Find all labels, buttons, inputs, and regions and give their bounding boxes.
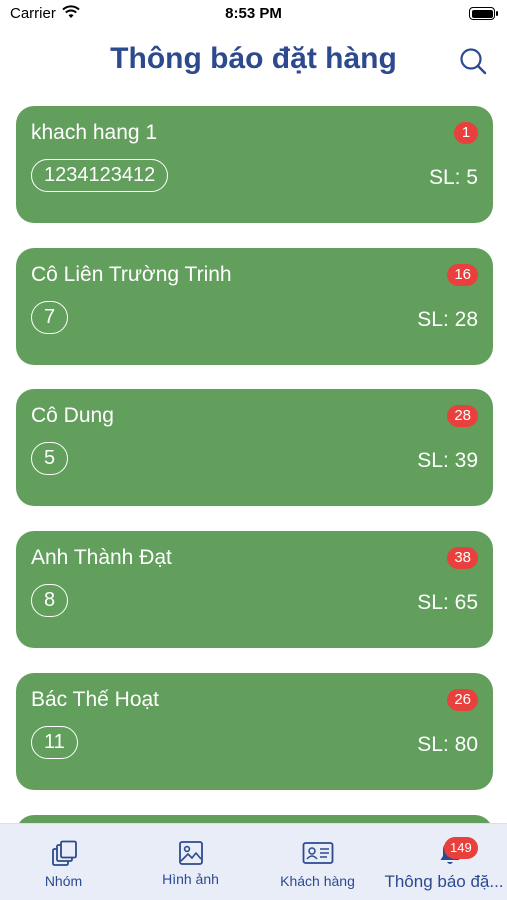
tab-khach-hang[interactable]: Khách hàng xyxy=(254,824,381,900)
tab-label: Thông báo đặ... xyxy=(384,872,504,891)
tab-nhom[interactable]: Nhóm xyxy=(0,824,127,900)
quantity-label: SL: 65 xyxy=(417,591,478,614)
image-icon xyxy=(178,840,204,871)
customer-code: 5 xyxy=(31,442,69,475)
customer-name: khach hang 1 xyxy=(31,121,158,144)
quantity-label: SL: 5 xyxy=(428,166,478,189)
tab-bar: Nhóm Hình ảnh Khách hàng 149 Thông báo đ… xyxy=(0,823,507,900)
count-badge: 26 xyxy=(447,689,478,711)
tab-hinh-anh[interactable]: Hình ảnh xyxy=(127,824,254,900)
count-badge: 28 xyxy=(447,405,478,427)
order-card[interactable]: khach hang 1 1 1234123412 SL: 5 xyxy=(16,106,493,223)
quantity-label: SL: 80 xyxy=(417,733,478,756)
order-card[interactable]: Cô Dung 28 5 SL: 39 xyxy=(16,389,493,506)
notification-count-badge: 149 xyxy=(444,837,478,859)
stack-icon xyxy=(50,840,78,873)
customer-code: 1234123412 xyxy=(31,159,169,192)
clock: 8:53 PM xyxy=(225,5,282,22)
order-card[interactable]: Bác Thế Hoạt 26 11 SL: 80 xyxy=(16,673,493,790)
customer-name: Anh Thành Đạt xyxy=(31,546,172,569)
page-title: Thông báo đặt hàng xyxy=(110,42,397,75)
tab-label: Khách hàng xyxy=(280,873,355,889)
customer-name: Cô Liên Trường Trinh xyxy=(31,263,232,286)
customer-code: 8 xyxy=(31,584,69,617)
customer-name: Bác Thế Hoạt xyxy=(31,688,160,711)
count-badge: 38 xyxy=(447,547,478,569)
search-icon[interactable] xyxy=(458,46,488,76)
order-card[interactable]: Anh Thành Đạt 38 8 SL: 65 xyxy=(16,531,493,648)
tab-label: Hình ảnh xyxy=(162,871,219,887)
count-badge: 1 xyxy=(454,122,478,144)
header: Thông báo đặt hàng xyxy=(0,38,507,88)
quantity-label: SL: 39 xyxy=(417,449,478,472)
count-badge: 16 xyxy=(447,264,478,286)
order-card[interactable]: Cô Liên Trường Trinh 16 7 SL: 28 xyxy=(16,248,493,365)
contact-card-icon xyxy=(302,840,334,871)
customer-code: 11 xyxy=(31,726,78,759)
tab-label: Nhóm xyxy=(44,873,83,889)
battery-icon xyxy=(469,7,498,20)
customer-name: Cô Dung xyxy=(31,404,114,427)
tab-thong-bao[interactable]: 149 Thông báo đặ... xyxy=(381,824,507,900)
quantity-label: SL: 28 xyxy=(417,308,478,331)
customer-code: 7 xyxy=(31,301,69,334)
status-bar: Carrier 8:53 PM xyxy=(0,0,507,28)
